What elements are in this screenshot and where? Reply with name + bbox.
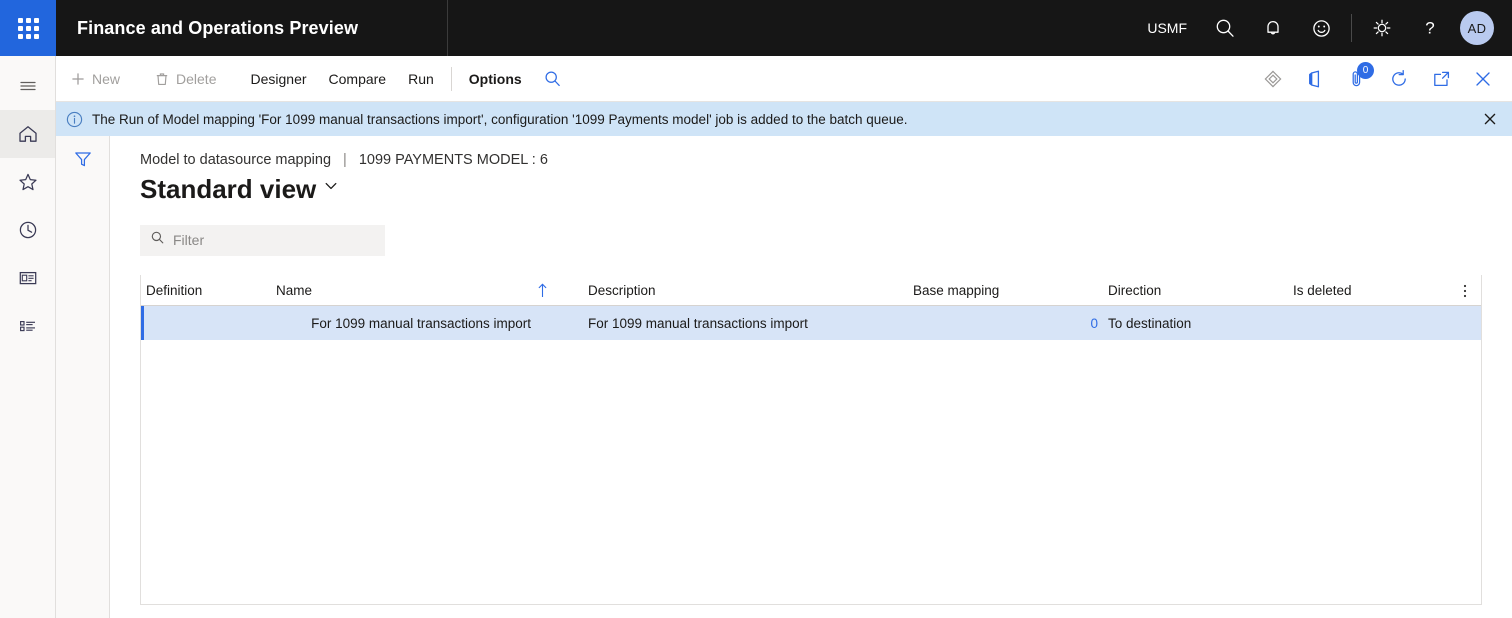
breadcrumb: Model to datasource mapping | 1099 PAYME… [110, 136, 1512, 168]
svg-text:?: ? [1425, 19, 1434, 38]
trash-icon [154, 71, 170, 87]
message-bar-text: The Run of Model mapping 'For 1099 manua… [92, 111, 908, 127]
cell-sort-spacer [536, 306, 583, 340]
info-icon [56, 111, 92, 128]
new-button[interactable]: New [56, 57, 131, 101]
app-launcher-waffle-icon[interactable] [0, 0, 56, 56]
column-header-definition[interactable]: Definition [141, 275, 276, 306]
attachments-count-badge: 0 [1357, 61, 1374, 79]
quick-filter-placeholder: Filter [173, 232, 205, 249]
compare-button[interactable]: Compare [318, 57, 398, 101]
top-navigation-bar: Finance and Operations Preview USMF ? AD [0, 0, 1512, 56]
message-bar: The Run of Model mapping 'For 1099 manua… [56, 102, 1512, 136]
data-grid: Definition Name Description Base mapping… [140, 275, 1482, 605]
company-selector[interactable]: USMF [1133, 0, 1201, 56]
run-button-label: Run [408, 70, 434, 87]
designer-button-label: Designer [250, 70, 307, 87]
sidebar-item-recent[interactable] [0, 206, 55, 254]
cell-is-deleted [1288, 306, 1473, 340]
hamburger-menu-icon[interactable] [0, 62, 55, 110]
quick-filter-box[interactable]: Filter [140, 224, 385, 256]
grid-body: For 1099 manual transactions import For … [141, 306, 1481, 603]
column-header-is-deleted[interactable]: Is deleted [1288, 275, 1473, 306]
column-header-base-mapping[interactable]: Base mapping [913, 275, 1103, 306]
delete-button[interactable]: Delete [143, 57, 227, 101]
content-area: Model to datasource mapping | 1099 PAYME… [110, 136, 1512, 618]
sidebar-item-favorites[interactable] [0, 158, 55, 206]
column-header-description[interactable]: Description [583, 275, 913, 306]
nav-divider [1351, 14, 1352, 42]
delete-button-label: Delete [176, 70, 217, 87]
help-question-icon[interactable]: ? [1406, 0, 1454, 56]
sort-arrow-up-icon [536, 282, 549, 298]
nav-right-group: USMF ? AD [1133, 0, 1512, 56]
popout-icon[interactable] [1420, 57, 1462, 101]
close-icon[interactable] [1462, 57, 1504, 101]
compare-button-label: Compare [328, 70, 387, 87]
command-bar: New Delete Designer Compare Run Options [56, 56, 1512, 102]
cell-description: For 1099 manual transactions import [588, 315, 808, 331]
message-bar-close-icon[interactable] [1468, 102, 1512, 136]
command-bar-divider [450, 66, 452, 91]
app-title: Finance and Operations Preview [77, 17, 359, 38]
search-icon[interactable] [1201, 0, 1249, 56]
table-row[interactable]: For 1099 manual transactions import For … [141, 306, 1481, 340]
personalize-diamond-icon[interactable] [1252, 57, 1294, 101]
sidebar-item-workspaces[interactable] [0, 254, 55, 302]
run-button[interactable]: Run [397, 57, 445, 101]
quick-filter-wrapper: Filter [110, 205, 1512, 256]
options-button[interactable]: Options [458, 57, 533, 101]
user-avatar[interactable]: AD [1460, 11, 1494, 45]
sort-ascending-icon [536, 275, 583, 306]
plus-icon [70, 71, 86, 87]
breadcrumb-separator: | [343, 152, 347, 168]
filter-funnel-icon[interactable] [56, 136, 109, 182]
title-divider [447, 0, 449, 56]
app-window: Finance and Operations Preview USMF ? AD… [0, 0, 1512, 618]
search-icon [150, 230, 165, 250]
notifications-bell-icon[interactable] [1249, 0, 1297, 56]
filter-pane [56, 136, 110, 618]
designer-button[interactable]: Designer [239, 57, 317, 101]
grid-column-options-icon[interactable] [1455, 275, 1475, 306]
column-header-direction[interactable]: Direction [1103, 275, 1288, 306]
column-header-name[interactable]: Name [276, 275, 536, 306]
page-title-dropdown[interactable]: Standard view [110, 168, 1512, 205]
breadcrumb-parent[interactable]: Model to datasource mapping [140, 152, 331, 168]
breadcrumb-current: 1099 PAYMENTS MODEL : 6 [358, 152, 548, 168]
attachments-icon[interactable]: 0 [1336, 57, 1378, 101]
feedback-smiley-icon[interactable] [1297, 0, 1345, 56]
open-in-office-icon[interactable] [1294, 57, 1336, 101]
row-selection-indicator [141, 306, 144, 340]
chevron-down-icon [323, 178, 339, 205]
left-navigation-rail [0, 56, 56, 618]
grid-header-row: Definition Name Description Base mapping… [141, 275, 1481, 306]
options-button-label: Options [468, 70, 522, 87]
cell-base-mapping[interactable]: 0 [913, 306, 1103, 340]
page-title: Standard view [140, 174, 317, 204]
cell-direction: To destination [1108, 315, 1192, 331]
cell-name: For 1099 manual transactions import [311, 315, 531, 331]
settings-gear-icon[interactable] [1358, 0, 1406, 56]
refresh-icon[interactable] [1378, 57, 1420, 101]
sidebar-item-home[interactable] [0, 110, 55, 158]
new-button-label: New [92, 70, 121, 87]
cell-definition [141, 306, 276, 340]
waffle-grid [17, 17, 39, 39]
sidebar-item-modules[interactable] [0, 302, 55, 350]
command-search-icon[interactable] [533, 69, 574, 88]
